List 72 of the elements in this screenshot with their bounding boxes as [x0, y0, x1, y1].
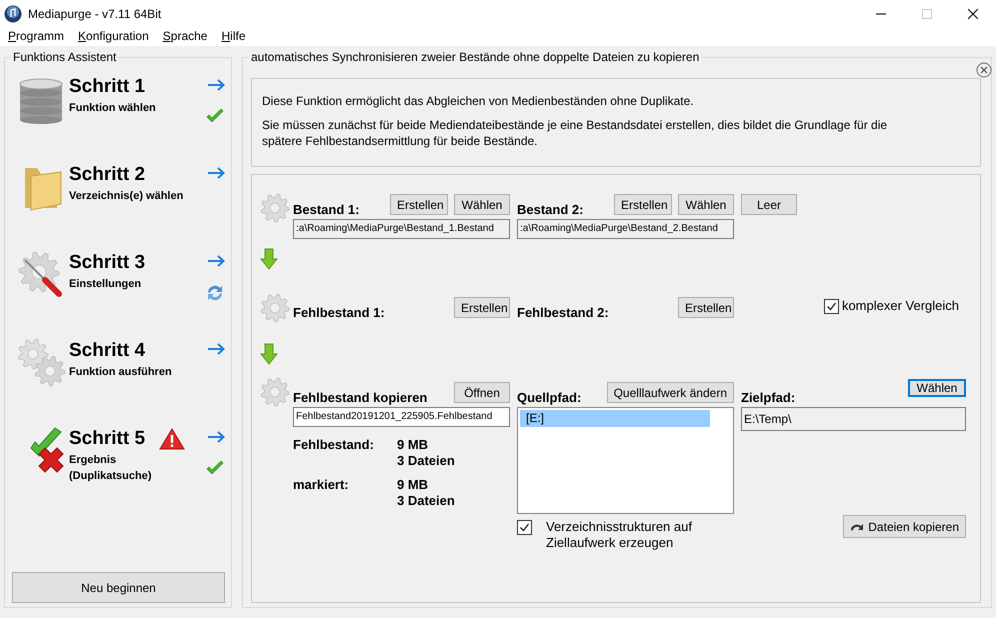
step-title: Schritt 4 — [69, 340, 146, 362]
button[interactable]: Wählen — [678, 194, 734, 215]
gear-icon — [260, 293, 290, 323]
step-title: Schritt 3 — [69, 252, 146, 274]
menu-item[interactable]: Sprache — [162, 29, 208, 43]
button[interactable]: Erstellen — [390, 194, 448, 215]
panel-title: automatisches Synchronisieren zweier Bestände ohne doppelte Dateien zu kopieren — [250, 50, 700, 64]
button[interactable]: Erstellen — [454, 297, 510, 318]
gear-icon — [260, 377, 290, 407]
gears-icon — [17, 338, 67, 388]
stat-label: Fehlbestand: — [293, 437, 375, 453]
path-field[interactable]: E:\Temp\ — [741, 407, 966, 431]
checkbox-label: komplexer Vergleich — [842, 298, 959, 313]
button[interactable]: Erstellen — [678, 297, 734, 318]
info-text: Sie müssen zunächst für beide Mediendateibestände je eine Bestandsdatei erstellen, dies bildet die Grundlage für die spätere Fehlbestandsermittlung für beide Bestände. — [262, 117, 888, 149]
stat-label: markiert: — [293, 477, 350, 493]
checkmark-icon — [519, 522, 530, 533]
step-title: Schritt 2 — [69, 164, 146, 186]
field-label: Zielpfad: — [741, 390, 796, 405]
restart-button[interactable]: Neu beginnen — [12, 572, 225, 603]
rotate-arrow-icon — [850, 522, 864, 532]
step-subtitle: Funktion ausführen — [69, 365, 173, 380]
stat-value: 9 MB — [397, 437, 430, 453]
field-label: Fehlbestand 1: — [293, 305, 386, 320]
arrow-right-icon — [207, 167, 225, 179]
field-label: Bestand 2: — [517, 202, 584, 217]
step-subtitle: Ergebnis (Duplikatsuche) — [69, 453, 153, 484]
field-label: Bestand 1: — [293, 202, 360, 217]
checkbox[interactable] — [517, 520, 532, 535]
maximize-icon — [922, 9, 932, 19]
button[interactable]: Öffnen — [454, 382, 510, 403]
arrow-down-icon — [260, 248, 278, 270]
drive-list[interactable]: [E:] — [517, 407, 734, 514]
stat-value: 9 MB — [397, 477, 430, 493]
field-label: Fehlbestand kopieren — [293, 390, 428, 405]
menu-item[interactable]: Konfiguration — [78, 29, 149, 43]
button[interactable]: Wählen — [454, 194, 510, 215]
step-subtitle: Einstellungen — [69, 277, 142, 292]
panel-title: Funktions Assistent — [12, 50, 118, 64]
copy-button[interactable]: Dateien kopieren — [843, 515, 966, 538]
arrow-right-icon — [207, 343, 225, 355]
step-subtitle: Verzeichnis(e) wählen — [69, 189, 184, 204]
path-field[interactable]: :a\Roaming\MediaPurge\Bestand_1.Bestand — [293, 219, 510, 239]
arrow-right-icon — [207, 255, 225, 267]
close-panel-icon[interactable] — [976, 62, 992, 78]
step-title: Schritt 5 — [69, 428, 146, 450]
checkbox[interactable] — [824, 299, 839, 314]
file-field[interactable]: Fehlbestand20191201_225905.Fehlbestand — [293, 407, 510, 427]
checkbox-label: Verzeichnisstrukturen auf Ziellaufwerk erzeugen — [546, 519, 693, 551]
button[interactable]: Wählen — [908, 379, 966, 397]
button[interactable]: Erstellen — [614, 194, 672, 215]
stat-value: 3 Dateien — [397, 493, 456, 509]
step-title: Schritt 1 — [69, 76, 146, 98]
button[interactable]: Leer — [741, 194, 797, 215]
menu-item[interactable]: Hilfe — [221, 29, 246, 43]
close-icon — [968, 9, 978, 19]
arrow-right-icon — [207, 79, 225, 91]
gear-icon — [260, 193, 290, 223]
field-label: Fehlbestand 2: — [517, 305, 610, 320]
path-field[interactable]: :a\Roaming\MediaPurge\Bestand_2.Bestand — [517, 219, 734, 239]
info-text: Diese Funktion ermöglicht das Abgleichen von Medienbeständen ohne Duplikate. — [262, 93, 695, 109]
arrow-right-icon — [207, 431, 225, 443]
step-subtitle: Funktion wählen — [69, 101, 157, 116]
arrow-down-icon — [260, 343, 278, 365]
list-item[interactable]: [E:] — [520, 410, 710, 427]
stat-value: 3 Dateien — [397, 453, 456, 469]
checkmark-icon — [826, 301, 837, 312]
menu-item[interactable]: Programm — [8, 29, 64, 43]
field-label: Quellpfad: — [517, 390, 582, 405]
button[interactable]: Quelllaufwerk ändern — [606, 382, 734, 403]
window-title: Mediapurge - v7.11 64Bit — [28, 7, 162, 21]
app-icon — [4, 5, 22, 23]
